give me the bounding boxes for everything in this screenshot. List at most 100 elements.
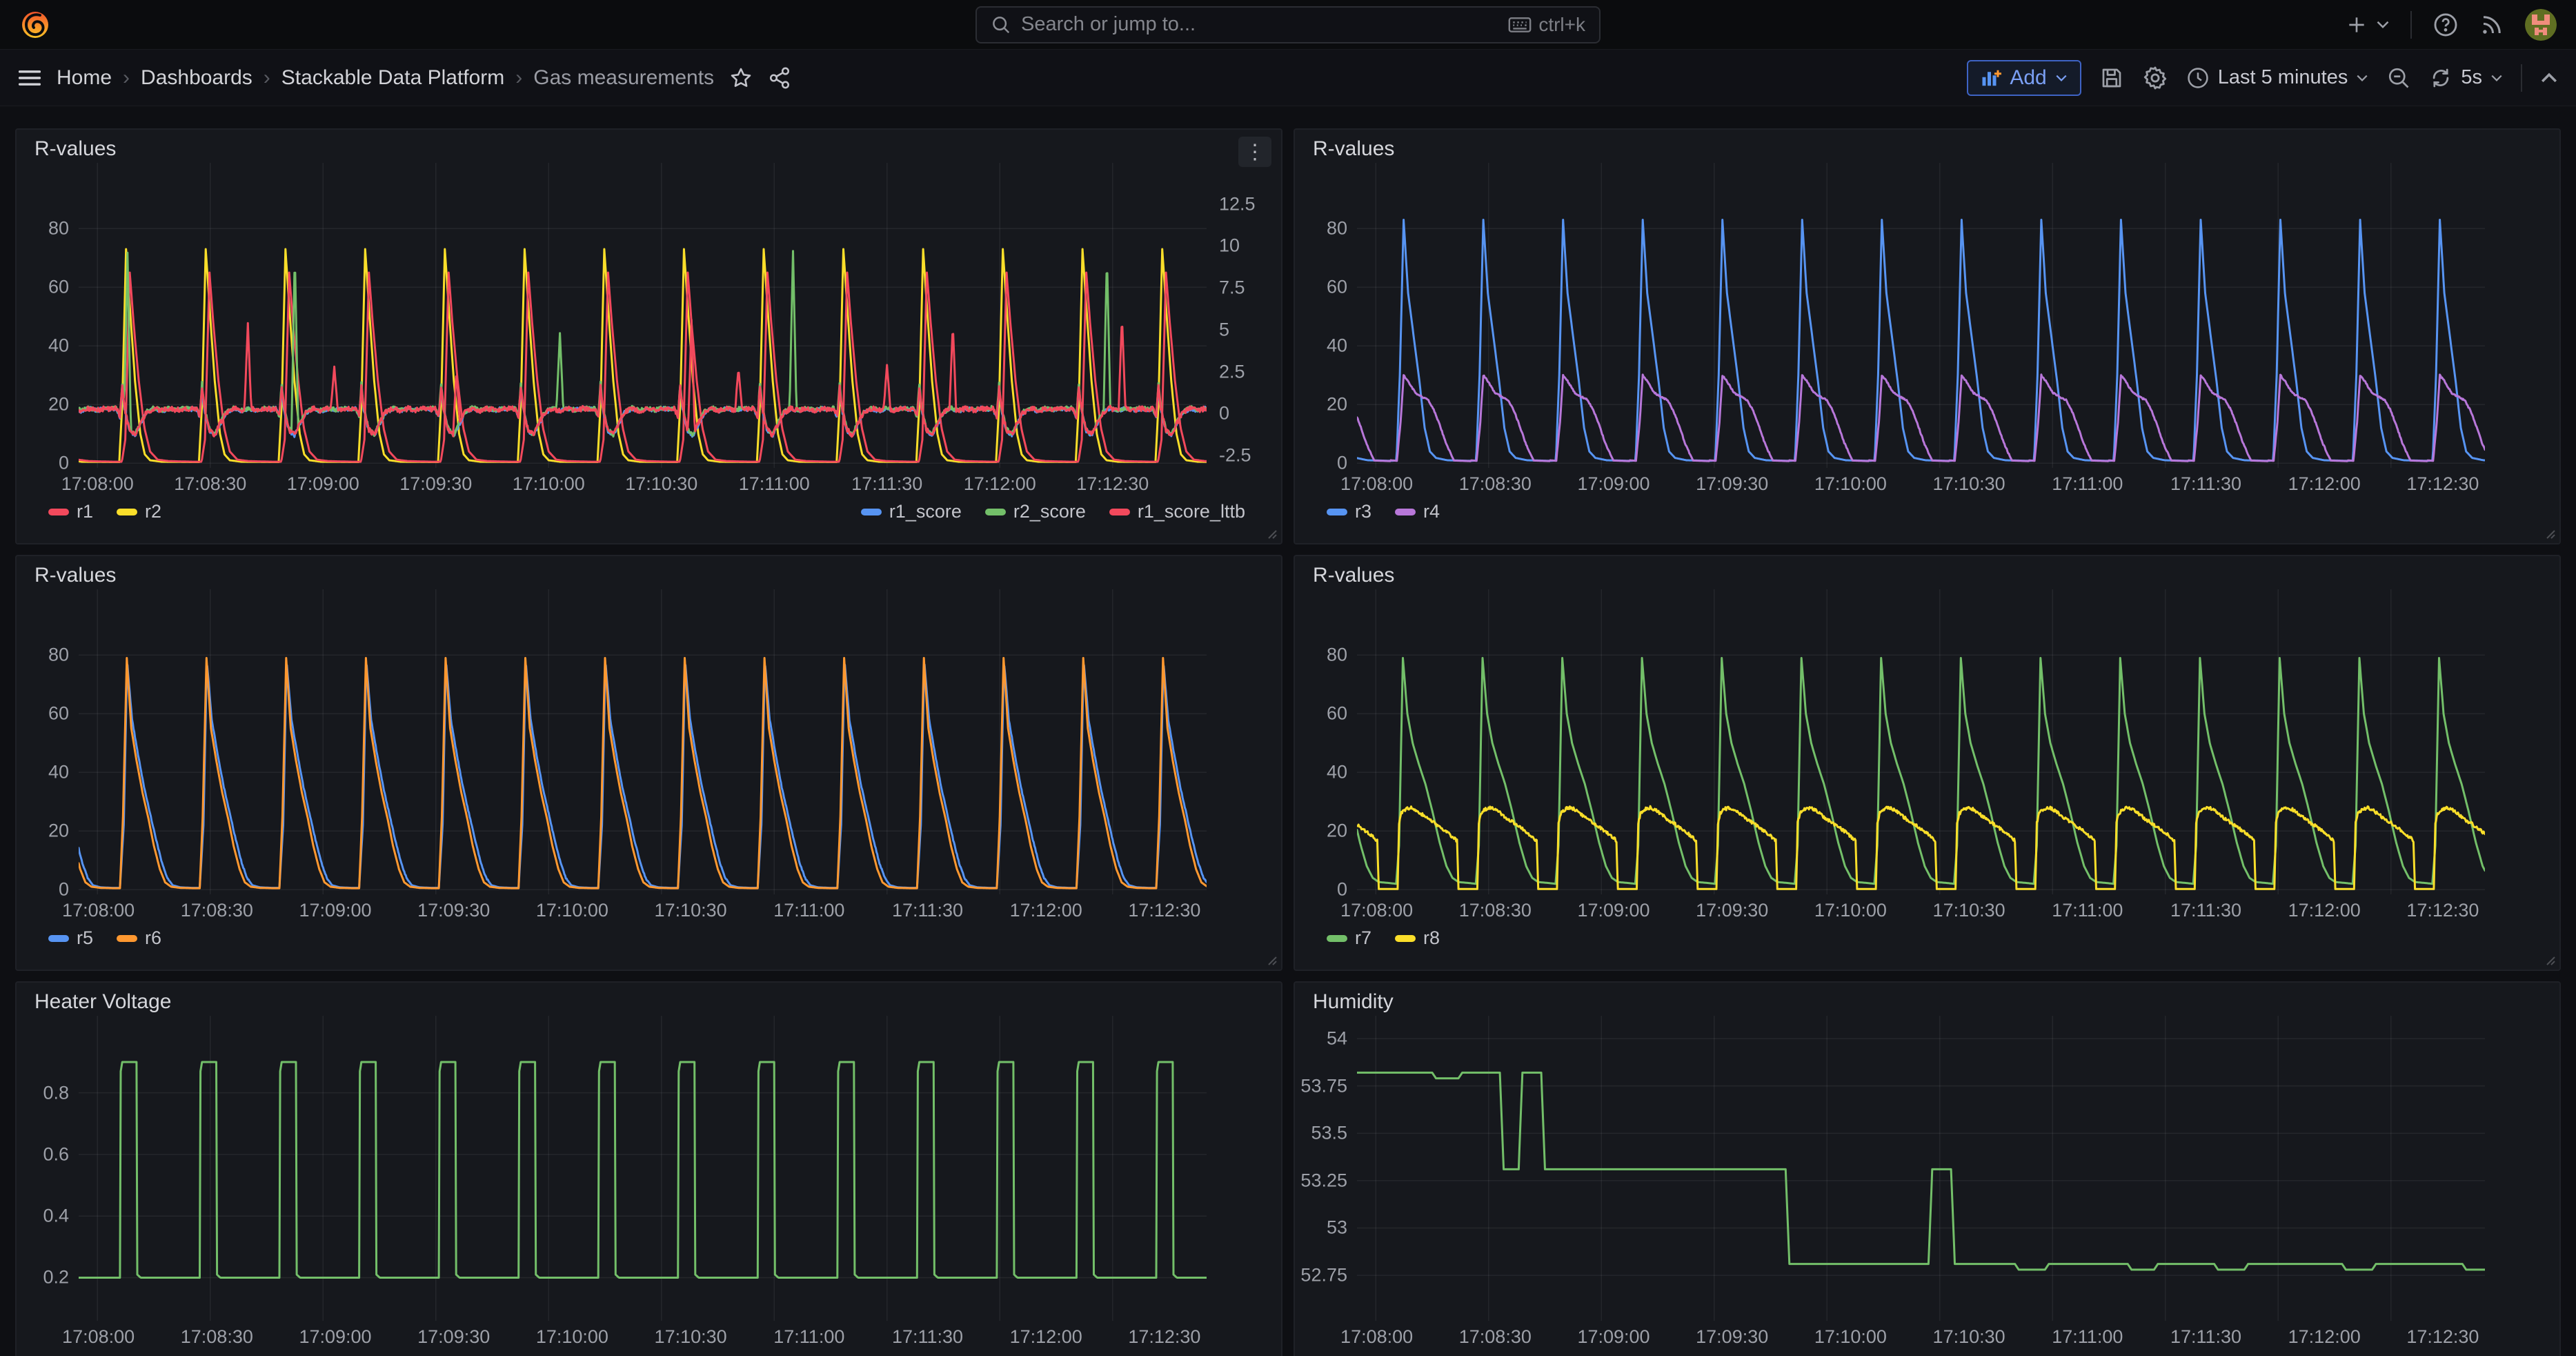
x-tick-label: 17:10:30 [1933,1326,2005,1348]
legend-swatch [985,509,1006,515]
legend-label: r2_score [1013,501,1086,522]
x-tick-label: 17:10:30 [1933,900,2005,921]
resize-handle-icon[interactable] [1266,954,1277,965]
y-tick-label: 80 [48,218,69,239]
panel-header[interactable]: Humidity [1303,988,2551,1016]
collapse-toolbar-icon[interactable] [2540,72,2558,84]
resize-handle-icon[interactable] [2544,528,2555,539]
legend: r3 r4 [1303,494,2551,533]
legend-swatch [117,509,137,515]
panel-title: R-values [34,137,116,161]
panel-title: Heater Voltage [34,990,171,1014]
legend-item-r7[interactable]: r7 [1327,927,1371,949]
legend: heatervoltage [25,1347,1273,1356]
add-button-label: Add [2010,66,2046,90]
search-input[interactable] [1021,13,1498,36]
legend-item-r1[interactable]: r1 [48,501,93,522]
plot-area[interactable] [79,1016,1263,1321]
y-tick-label: 40 [48,762,69,783]
breadcrumb-dashboards[interactable]: Dashboards [141,66,252,90]
x-tick-label: 17:12:00 [964,473,1036,495]
plot-area[interactable] [79,163,1207,468]
panel-r-values-2: R-values 020406080 17:08:0017:08:3017:09… [1294,128,2561,544]
legend-item-r3[interactable]: r3 [1327,501,1371,522]
legend-swatch [861,509,882,515]
y-tick-label: 10 [1219,235,1240,257]
menu-toggle-icon[interactable] [18,68,41,88]
legend-swatch [1395,509,1416,515]
x-tick-label: 17:10:00 [1814,900,1887,921]
plot-area[interactable] [1357,589,2542,894]
help-icon[interactable] [2433,12,2459,38]
y-tick-label: 52.75 [1300,1265,1347,1286]
legend-item-r6[interactable]: r6 [117,927,161,949]
add-panel-button[interactable]: Add [1967,60,2081,96]
share-icon[interactable] [768,66,791,90]
resize-handle-icon[interactable] [1266,528,1277,539]
legend-item-r2_score[interactable]: r2_score [985,501,1086,522]
dashboard-settings-icon[interactable] [2142,65,2168,91]
save-dashboard-icon[interactable] [2099,66,2124,90]
breadcrumb-folder[interactable]: Stackable Data Platform [281,66,504,90]
y-tick-label: -2.5 [1219,445,1251,466]
y-axis-left: 020406080 [25,163,79,494]
y-tick-label: 54 [1327,1028,1347,1049]
panel-title: R-values [34,564,116,587]
x-tick-label: 17:11:00 [2052,1326,2123,1348]
x-tick-label: 17:12:00 [2288,900,2361,921]
x-tick-label: 17:10:00 [536,1326,608,1348]
legend-item-r8[interactable]: r8 [1395,927,1440,949]
search-icon [991,14,1011,35]
legend-label: r4 [1423,501,1440,522]
legend-label: r3 [1355,501,1371,522]
panel-header[interactable]: R-values [1303,135,2551,163]
legend-item-r2[interactable]: r2 [117,501,161,522]
x-tick-label: 17:08:30 [174,473,246,495]
panel-header[interactable]: Heater Voltage [25,988,1273,1016]
panel-header[interactable]: R-values [1303,562,2551,589]
y-tick-label: 0.2 [43,1267,69,1288]
legend-item-r4[interactable]: r4 [1395,501,1440,522]
time-range-picker[interactable]: Last 5 minutes [2186,66,2369,90]
plot-area[interactable] [1357,1016,2542,1321]
global-search[interactable]: ctrl+k [975,6,1601,43]
x-tick-label: 17:11:00 [2052,473,2123,495]
refresh-picker[interactable]: 5s [2429,66,2503,90]
x-tick-label: 17:08:30 [1459,473,1532,495]
grafana-logo[interactable] [19,9,51,41]
y-axis-right: -2.502.557.51012.5 [1207,163,1273,494]
legend-item-r1_score_lttb[interactable]: r1_score_lttb [1109,501,1245,522]
resize-handle-icon[interactable] [2544,954,2555,965]
refresh-icon[interactable] [2429,66,2453,90]
y-axis-right [1263,1016,1273,1347]
panel-header[interactable]: R-values [25,135,1273,163]
x-axis: 17:08:0017:08:3017:09:0017:09:3017:10:00… [1357,894,2542,921]
panel-header[interactable]: R-values [25,562,1273,589]
favorite-star-icon[interactable] [729,66,753,90]
x-axis: 17:08:0017:08:3017:09:0017:09:3017:10:00… [79,468,1207,494]
plot-area[interactable] [79,589,1263,894]
x-tick-label: 17:10:30 [655,1326,727,1348]
news-rss-icon[interactable] [2479,12,2504,37]
x-tick-label: 17:08:00 [1340,473,1413,495]
x-tick-label: 17:12:30 [2406,1326,2479,1348]
plot-area[interactable] [1357,163,2542,468]
x-tick-label: 17:08:00 [62,1326,135,1348]
legend-label: r1 [77,501,93,522]
x-tick-label: 17:12:30 [1128,1326,1200,1348]
legend-item-r1_score[interactable]: r1_score [861,501,962,522]
x-tick-label: 17:10:00 [536,900,608,921]
legend-item-r5[interactable]: r5 [48,927,93,949]
y-tick-label: 20 [48,821,69,842]
breadcrumb-home[interactable]: Home [57,66,112,90]
avatar[interactable] [2525,9,2557,41]
new-button[interactable] [2346,14,2390,36]
x-tick-label: 17:12:00 [2288,1326,2361,1348]
x-tick-label: 17:10:00 [513,473,585,495]
x-tick-label: 17:09:30 [417,1326,490,1348]
zoom-out-icon[interactable] [2386,66,2411,90]
x-tick-label: 17:12:00 [1010,900,1082,921]
x-tick-label: 17:10:00 [1814,1326,1887,1348]
y-tick-label: 0 [59,453,69,474]
y-tick-label: 0.8 [43,1082,69,1103]
